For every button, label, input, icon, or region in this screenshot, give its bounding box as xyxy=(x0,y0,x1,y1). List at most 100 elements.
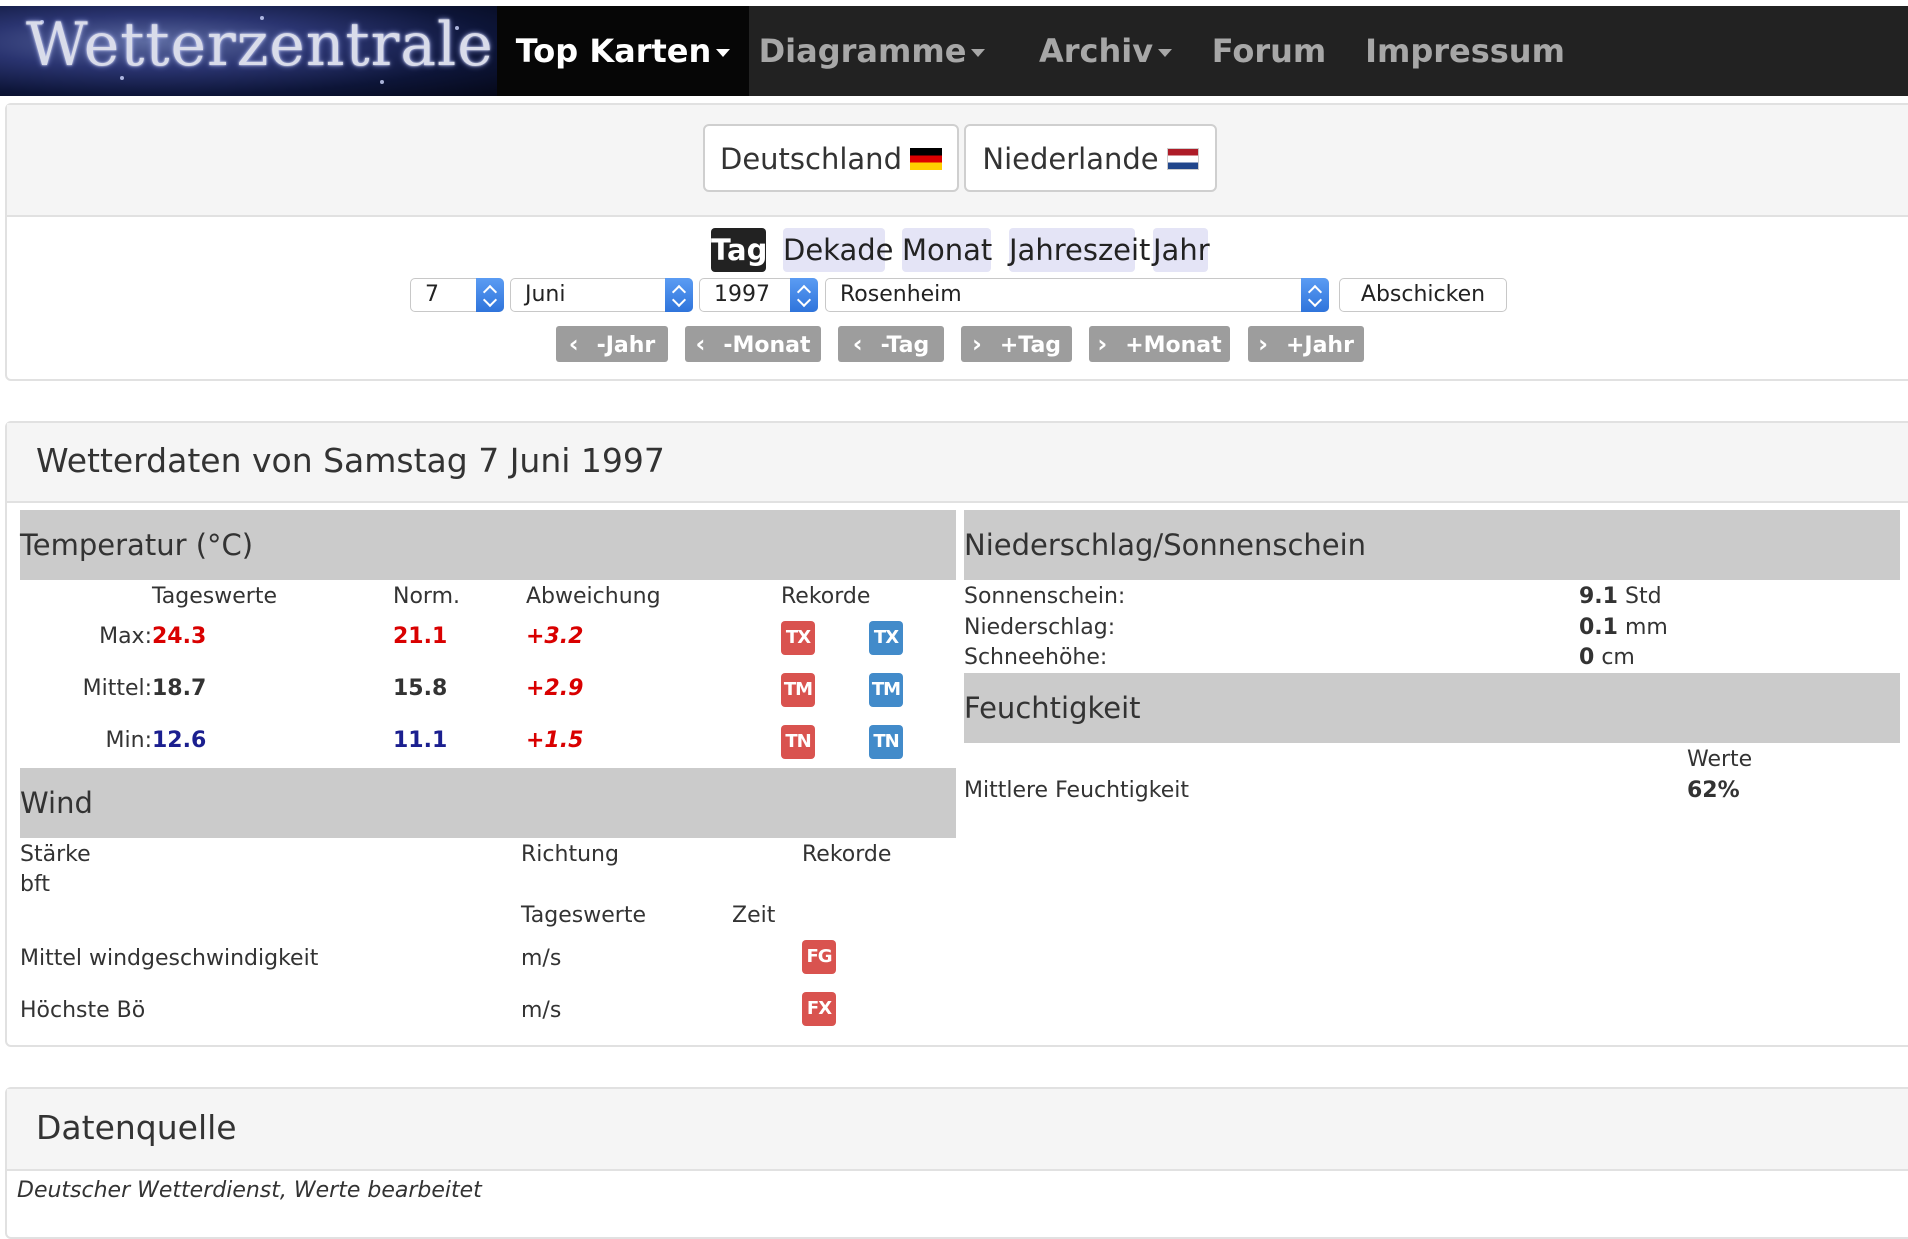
record-tx-red-button[interactable]: TX xyxy=(781,621,815,655)
step-label: +Monat xyxy=(1125,333,1222,358)
month-select[interactable]: Juni xyxy=(510,278,693,312)
snow-depth-unit: cm xyxy=(1601,645,1635,670)
temp-mean-deviation: +2.9 xyxy=(526,676,584,701)
humidity-heading: Feuchtigkeit xyxy=(964,691,1141,725)
nav-diagramme-label: Diagramme xyxy=(758,32,967,70)
precipitation-value-cell: 0.1 mm xyxy=(1579,615,1668,640)
country-button-deutschland[interactable]: Deutschland xyxy=(703,124,959,192)
tab-jahreszeit[interactable]: Jahreszeit xyxy=(1009,228,1150,272)
submit-button[interactable]: Abschicken xyxy=(1339,278,1507,312)
temp-mean-norm: 15.8 xyxy=(393,676,448,701)
german-flag-icon xyxy=(909,148,942,170)
record-tx-blue-button[interactable]: TX xyxy=(869,621,903,655)
wind-col-zeit: Zeit xyxy=(732,903,776,928)
wind-col-staerke: Stärke xyxy=(20,842,91,867)
step-label: +Tag xyxy=(999,333,1062,358)
source-header xyxy=(7,1089,1908,1171)
step-plus-month-button[interactable]: › +Monat xyxy=(1089,326,1230,362)
record-tm-blue-button[interactable]: TM xyxy=(869,673,903,707)
sunshine-value-cell: 9.1 Std xyxy=(1579,584,1662,609)
temp-mean-label: Mittel: xyxy=(82,676,152,701)
caret-down-icon xyxy=(1158,49,1173,57)
nav-impressum[interactable]: Impressum xyxy=(1362,6,1568,96)
step-minus-month-button[interactable]: ‹ -Monat xyxy=(685,326,821,362)
temp-max-deviation: +3.2 xyxy=(526,624,584,649)
step-plus-year-button[interactable]: › +Jahr xyxy=(1248,326,1364,362)
weather-data-title: Wetterdaten von Samstag 7 Juni 1997 xyxy=(36,441,665,480)
navbar: Wetterzentrale Top Karten Diagramme Arch… xyxy=(0,0,1908,96)
nav-top-karten-label: Top Karten xyxy=(515,32,712,70)
tab-jahr[interactable]: Jahr xyxy=(1153,228,1210,272)
step-label: -Jahr xyxy=(596,333,656,358)
humidity-col-werte: Werte xyxy=(1687,747,1753,772)
wind-col-bft: bft xyxy=(20,872,50,897)
tab-dekade[interactable]: Dekade xyxy=(783,228,893,272)
country-button-niederlande[interactable]: Niederlande xyxy=(964,124,1217,192)
select-arrows-icon xyxy=(665,278,693,312)
chevron-right-icon: › xyxy=(1097,330,1108,358)
step-label: -Tag xyxy=(880,333,930,358)
temp-min-value: 12.6 xyxy=(152,728,207,753)
source-title: Datenquelle xyxy=(36,1108,237,1147)
nav-archiv[interactable]: Archiv xyxy=(1018,6,1193,96)
temp-col-norm: Norm. xyxy=(393,584,460,609)
step-minus-day-button[interactable]: ‹ -Tag xyxy=(838,326,944,362)
snow-depth-value: 0 xyxy=(1579,645,1595,670)
nav-diagramme[interactable]: Diagramme xyxy=(756,6,988,96)
nav-forum[interactable]: Forum xyxy=(1204,6,1334,96)
sunshine-unit: Std xyxy=(1624,584,1662,609)
step-plus-day-button[interactable]: › +Tag xyxy=(961,326,1072,362)
record-fg-button[interactable]: FG xyxy=(802,940,836,974)
temp-min-deviation: +1.5 xyxy=(526,728,584,753)
humidity-value: 62% xyxy=(1687,778,1740,803)
record-tm-red-button[interactable]: TM xyxy=(781,673,815,707)
record-tn-red-button[interactable]: TN xyxy=(781,725,815,759)
chevron-right-icon: › xyxy=(971,330,982,358)
dutch-flag-icon xyxy=(1166,148,1199,170)
precipitation-unit: mm xyxy=(1624,615,1668,640)
site-logo[interactable]: Wetterzentrale xyxy=(0,6,497,96)
temp-max-label: Max: xyxy=(99,624,152,649)
temp-col-tageswerte: Tageswerte xyxy=(152,584,277,609)
day-select[interactable]: 7 xyxy=(410,278,504,312)
record-fx-button[interactable]: FX xyxy=(802,992,836,1026)
nav-forum-label: Forum xyxy=(1211,32,1327,70)
precipitation-value: 0.1 xyxy=(1579,615,1618,640)
precipitation-label: Niederschlag: xyxy=(964,615,1116,640)
temp-mean-value: 18.7 xyxy=(152,676,207,701)
select-arrows-icon xyxy=(790,278,818,312)
nav-top-karten[interactable]: Top Karten xyxy=(497,6,749,96)
station-select-value: Rosenheim xyxy=(840,282,962,307)
select-arrows-icon xyxy=(476,278,504,312)
temp-col-abweichung: Abweichung xyxy=(526,584,661,609)
temperature-header: Temperatur (°C) xyxy=(20,510,956,580)
temp-min-norm: 11.1 xyxy=(393,728,448,753)
record-tn-blue-button[interactable]: TN xyxy=(869,725,903,759)
caret-down-icon xyxy=(716,49,731,57)
country-label: Niederlande xyxy=(982,142,1159,176)
sunshine-label: Sonnenschein: xyxy=(964,584,1126,609)
logo-text: Wetterzentrale xyxy=(26,10,494,80)
chevron-left-icon: ‹ xyxy=(568,330,579,358)
tab-monat[interactable]: Monat xyxy=(902,228,992,272)
wind-col-tageswerte: Tageswerte xyxy=(521,903,646,928)
step-label: -Monat xyxy=(723,333,811,358)
chevron-left-icon: ‹ xyxy=(852,330,863,358)
chevron-left-icon: ‹ xyxy=(695,330,706,358)
snow-depth-label: Schneehöhe: xyxy=(964,645,1108,670)
tab-tag[interactable]: Tag xyxy=(711,228,767,272)
country-label: Deutschland xyxy=(720,142,902,176)
year-select[interactable]: 1997 xyxy=(699,278,818,312)
temp-col-rekorde: Rekorde xyxy=(781,584,871,609)
month-select-value: Juni xyxy=(525,282,566,307)
sunshine-value: 9.1 xyxy=(1579,584,1618,609)
wind-mean-label: Mittel windgeschwindigkeit xyxy=(20,946,319,971)
wind-gust-label: Höchste Bö xyxy=(20,998,146,1023)
source-text: Deutscher Wetterdienst, Werte bearbeitet xyxy=(17,1178,482,1203)
precip-heading: Niederschlag/Sonnenschein xyxy=(964,528,1367,562)
step-minus-year-button[interactable]: ‹ -Jahr xyxy=(556,326,668,362)
station-select[interactable]: Rosenheim xyxy=(825,278,1329,312)
wind-heading: Wind xyxy=(20,786,93,820)
wind-col-richtung: Richtung xyxy=(521,842,619,867)
year-select-value: 1997 xyxy=(714,282,770,307)
